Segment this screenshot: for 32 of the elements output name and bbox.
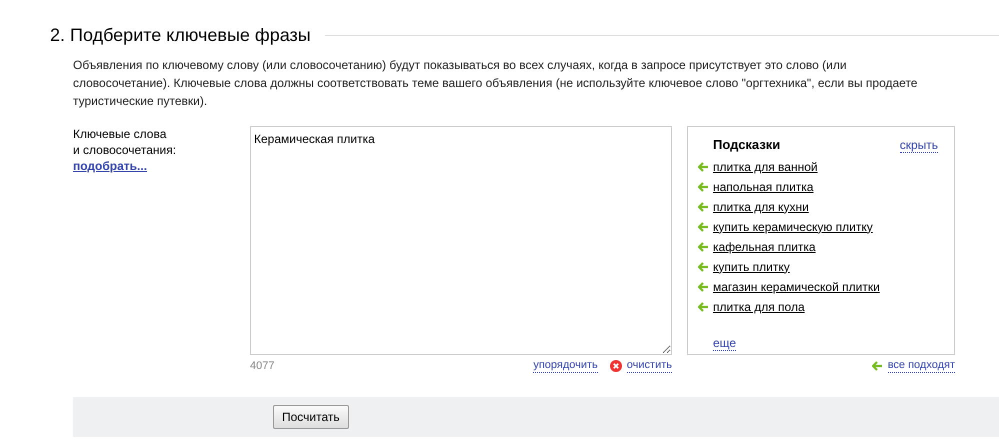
section-title: 2. Подберите ключевые фразы xyxy=(50,24,311,46)
arrow-left-icon xyxy=(698,262,708,272)
arrow-left-icon xyxy=(698,222,708,232)
hint-link[interactable]: купить керамическую плитку xyxy=(713,218,873,236)
more-link[interactable]: еще xyxy=(713,336,736,350)
hide-link[interactable]: скрыть xyxy=(900,139,938,153)
panel-title: Подсказки xyxy=(713,136,780,154)
hint-link[interactable]: плитка для пола xyxy=(713,298,805,316)
hint-link[interactable]: магазин керамической плитки xyxy=(713,278,880,296)
field-label: Ключевые слова xyxy=(73,126,168,142)
arrow-left-icon xyxy=(698,242,708,252)
hint-link[interactable]: напольная плитка xyxy=(713,178,814,196)
hint-link[interactable]: плитка для кухни xyxy=(713,198,809,216)
char-counter: 4077 xyxy=(250,359,274,374)
accept-all-link[interactable]: все подходят xyxy=(888,359,955,373)
hint-link[interactable]: купить плитку xyxy=(713,258,790,276)
calculate-button[interactable]: Посчитать xyxy=(273,404,349,428)
clear-icon xyxy=(610,360,622,372)
arrow-left-icon xyxy=(698,182,708,192)
sort-link[interactable]: упорядочить xyxy=(533,359,598,374)
keywords-field[interactable]: Керамическая плитка xyxy=(250,126,672,355)
description-text: Объявления по ключевому слову (или словосочетанию) будут показываться во всех случаях, когда в запросе присутствует это слово (или словосочетание). Ключевые слова должны соответствовать теме вашего объявления (не используйте ключевое слово "оргтехника", если вы продаете туристические путевки). xyxy=(73,57,918,110)
arrow-left-icon xyxy=(698,162,708,172)
hint-link[interactable]: кафельная плитка xyxy=(713,238,816,256)
clear-link[interactable]: очистить xyxy=(626,359,672,374)
hint-link[interactable]: плитка для ванной xyxy=(713,158,818,176)
arrow-left-icon xyxy=(872,361,882,371)
arrow-left-icon xyxy=(698,302,708,312)
arrow-left-icon xyxy=(698,202,708,212)
arrow-left-icon xyxy=(698,282,708,292)
pick-link[interactable]: подобрать... xyxy=(73,159,148,173)
field-label: и словосочетания: xyxy=(73,142,178,158)
